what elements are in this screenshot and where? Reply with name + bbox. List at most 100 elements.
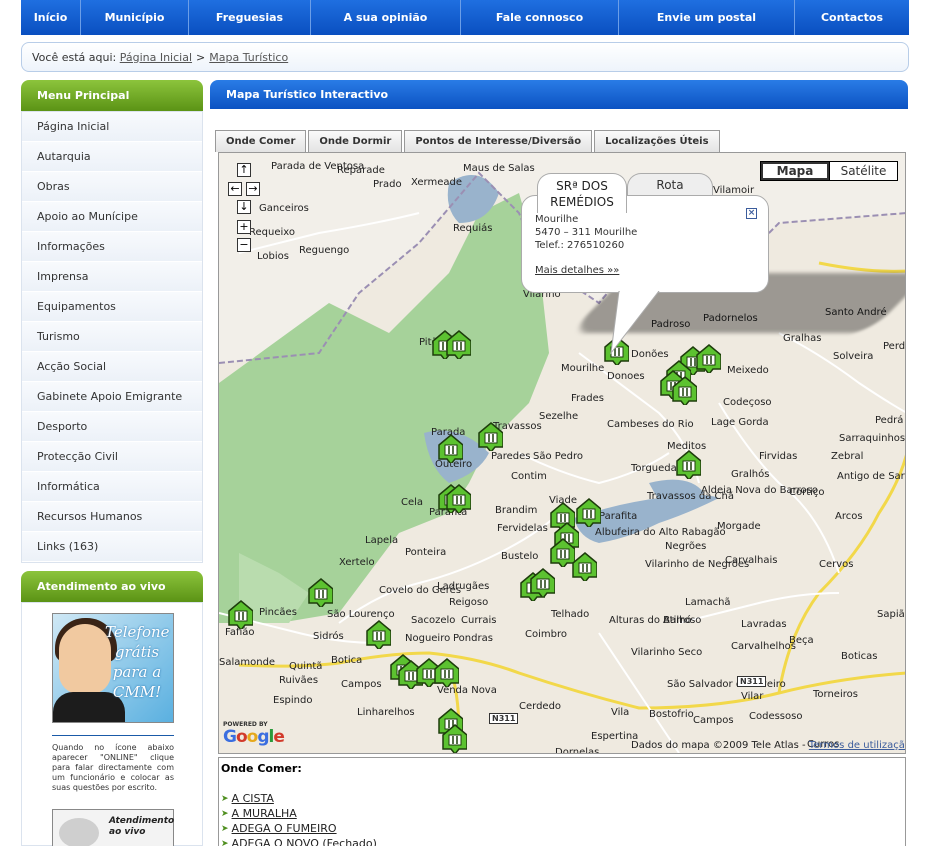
place-label: Frades bbox=[571, 393, 604, 404]
list-item: ➤ A MURALHA bbox=[221, 806, 903, 821]
restaurant-marker-icon[interactable] bbox=[227, 599, 253, 629]
place-label: Cerdedo bbox=[519, 701, 562, 712]
restaurant-marker-icon[interactable] bbox=[441, 723, 467, 753]
tab-onde-comer[interactable]: Onde Comer bbox=[215, 130, 307, 152]
live-support-box: Telefone grátis para a CMM! Quando no íc… bbox=[21, 602, 203, 846]
menu-item-imprensa[interactable]: Imprensa bbox=[22, 262, 202, 292]
live-chat-button[interactable]: Atendimento ao vivo bbox=[52, 809, 174, 846]
menu-item-recursos-humanos[interactable]: Recursos Humanos bbox=[22, 502, 202, 532]
arrow-icon: ➤ bbox=[221, 808, 229, 819]
close-icon[interactable]: × bbox=[746, 208, 757, 219]
nav-opiniao[interactable]: A sua opinião bbox=[311, 0, 461, 35]
place-label: Linharelhos bbox=[357, 707, 415, 718]
list-item-link[interactable]: ADEGA O FUMEIRO bbox=[232, 822, 337, 835]
menu-item-desporto[interactable]: Desporto bbox=[22, 412, 202, 442]
nav-municipio[interactable]: Município bbox=[81, 0, 189, 35]
place-label: Fervidelas bbox=[497, 523, 548, 534]
list-items: ➤ A CISTA ➤ A MURALHA ➤ ADEGA O FUMEIRO ➤ AD… bbox=[221, 791, 903, 846]
menu-item-apoio-municipe[interactable]: Apoio ao Munícipe bbox=[22, 202, 202, 232]
place-label: Torgueda bbox=[631, 463, 677, 474]
chat-bubble-icon bbox=[59, 818, 99, 846]
menu-item-pagina-inicial[interactable]: Página Inicial bbox=[22, 112, 202, 142]
menu-item-gabinete-emigrante[interactable]: Gabinete Apoio Emigrante bbox=[22, 382, 202, 412]
tab-localizacoes-uteis[interactable]: Localizações Úteis bbox=[594, 130, 720, 152]
live-chat-label: Atendimento ao vivo bbox=[109, 816, 175, 837]
map-type-map-button[interactable]: Mapa bbox=[761, 162, 829, 180]
list-item: ➤ A CISTA bbox=[221, 791, 903, 806]
info-line-postcode: 5470 – 311 Mourilhe bbox=[535, 227, 638, 238]
google-logo[interactable]: Google bbox=[223, 727, 285, 747]
free-phone-promo-image[interactable]: Telefone grátis para a CMM! bbox=[52, 613, 174, 723]
place-label: Salamonde bbox=[219, 657, 276, 668]
map-copyright: Dados do mapa ©2009 Tele Atlas - Termos … bbox=[631, 740, 905, 751]
tab-pontos-interesse[interactable]: Pontos de Interesse/Diversão bbox=[404, 130, 593, 152]
live-support-header: Atendimento ao vivo bbox=[21, 571, 203, 602]
place-label: Coimbro bbox=[525, 629, 567, 640]
nav-contactos[interactable]: Contactos bbox=[795, 0, 909, 35]
menu-item-obras[interactable]: Obras bbox=[22, 172, 202, 202]
place-label: Sarraquinhos bbox=[839, 433, 906, 444]
breadcrumb-current-link[interactable]: Mapa Turístico bbox=[209, 51, 288, 64]
nav-fale-connosco[interactable]: Fale connosco bbox=[461, 0, 619, 35]
menu-item-proteccao-civil[interactable]: Protecção Civil bbox=[22, 442, 202, 472]
restaurant-marker-icon[interactable] bbox=[695, 343, 721, 373]
nav-freguesias[interactable]: Freguesias bbox=[189, 0, 311, 35]
place-label: Zebral bbox=[831, 451, 864, 462]
nav-inicio[interactable]: Início bbox=[21, 0, 81, 35]
pan-up-button[interactable]: ↑ bbox=[237, 163, 251, 177]
restaurant-marker-icon[interactable] bbox=[307, 577, 333, 607]
info-window-body: Mourilhe 5470 – 311 Mourilhe Telef.: 276… bbox=[535, 213, 735, 252]
restaurant-marker-icon[interactable] bbox=[571, 551, 597, 581]
breadcrumb-home-link[interactable]: Página Inicial bbox=[120, 51, 192, 64]
list-item-link[interactable]: A CISTA bbox=[232, 792, 274, 805]
tab-onde-dormir[interactable]: Onde Dormir bbox=[308, 130, 403, 152]
place-label: Ruivães bbox=[279, 675, 319, 686]
info-tab-route[interactable]: Rota bbox=[627, 173, 713, 195]
more-details-link[interactable]: Mais detalhes »» bbox=[535, 265, 619, 276]
place-label: Solveira bbox=[833, 351, 874, 362]
breadcrumb-prefix: Você está aqui: bbox=[32, 50, 117, 64]
restaurant-marker-icon[interactable] bbox=[445, 329, 471, 359]
pan-right-button[interactable]: → bbox=[246, 182, 260, 196]
restaurant-marker-icon[interactable] bbox=[445, 483, 471, 513]
nav-envie-postal[interactable]: Envie um postal bbox=[619, 0, 795, 35]
pan-left-button[interactable]: ← bbox=[228, 182, 242, 196]
info-tab-place[interactable]: SRª DOS REMÉDIOS bbox=[537, 173, 627, 213]
terms-of-use-link[interactable]: Termos de utilização bbox=[809, 740, 905, 751]
place-label: Brandim bbox=[495, 505, 538, 516]
place-label: Antigo de Sarraquinhos bbox=[837, 471, 905, 482]
place-label: Requiás bbox=[453, 223, 493, 234]
menu-item-turismo[interactable]: Turismo bbox=[22, 322, 202, 352]
place-label: Cervos bbox=[819, 559, 854, 570]
place-label: Donoes bbox=[607, 371, 645, 382]
restaurant-marker-icon[interactable] bbox=[671, 375, 697, 405]
zoom-in-button[interactable]: + bbox=[237, 220, 251, 234]
list-title: Onde Comer: bbox=[221, 762, 302, 775]
list-item-link[interactable]: A MURALHA bbox=[232, 807, 297, 820]
menu-item-autarquia[interactable]: Autarquia bbox=[22, 142, 202, 172]
place-label: Vila bbox=[611, 707, 630, 718]
interactive-map[interactable]: Parada de Ventosa Reparade Prado Xermeade Ma… bbox=[218, 152, 906, 754]
place-label: Sapiã bbox=[877, 609, 905, 620]
zoom-out-button[interactable]: − bbox=[237, 238, 251, 252]
menu-item-links[interactable]: Links (163) bbox=[22, 532, 202, 562]
place-label: Reigoso bbox=[449, 597, 489, 608]
restaurant-marker-icon[interactable] bbox=[437, 433, 463, 463]
menu-item-informacoes[interactable]: Informações bbox=[22, 232, 202, 262]
menu-item-equipamentos[interactable]: Equipamentos bbox=[22, 292, 202, 322]
menu-item-accao-social[interactable]: Acção Social bbox=[22, 352, 202, 382]
place-label: Campos bbox=[341, 679, 382, 690]
restaurant-marker-icon[interactable] bbox=[477, 421, 503, 451]
restaurant-marker-icon[interactable] bbox=[529, 567, 555, 597]
list-item-link[interactable]: ADEGA O NOVO (Fechado) bbox=[232, 837, 377, 846]
place-label: Boticas bbox=[841, 651, 878, 662]
place-label: Codeçoso bbox=[723, 397, 772, 408]
place-label: Paredes bbox=[491, 451, 531, 462]
place-label: Firvidas bbox=[759, 451, 798, 462]
restaurant-marker-icon[interactable] bbox=[675, 449, 701, 479]
menu-item-informatica[interactable]: Informática bbox=[22, 472, 202, 502]
map-type-satellite-button[interactable]: Satélite bbox=[829, 162, 897, 180]
pan-down-button[interactable]: ↓ bbox=[237, 200, 251, 214]
restaurant-marker-icon[interactable] bbox=[365, 619, 391, 649]
restaurant-marker-icon[interactable] bbox=[433, 657, 459, 687]
